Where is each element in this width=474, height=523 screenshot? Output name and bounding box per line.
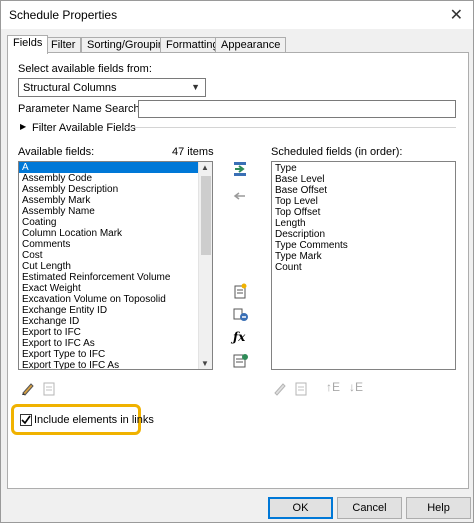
- move-up-icon: ↑E: [326, 380, 341, 394]
- scheduled-field-item[interactable]: Base Level: [272, 174, 455, 185]
- available-field-item[interactable]: Export to IFC: [19, 327, 212, 338]
- combine-parameters-icon[interactable]: [233, 307, 249, 323]
- available-field-item[interactable]: Comments: [19, 239, 212, 250]
- scheduled-field-item[interactable]: Type Comments: [272, 240, 455, 251]
- select-from-value: Structural Columns: [23, 82, 117, 94]
- filter-available-fields-toggle[interactable]: Filter Available Fields: [32, 122, 136, 134]
- filter-divider: [123, 127, 456, 128]
- calculated-value-icon[interactable]: ƒx: [233, 330, 245, 344]
- close-icon[interactable]: ✕: [450, 5, 463, 25]
- scheduled-field-item[interactable]: Length: [272, 218, 455, 229]
- scheduled-field-item[interactable]: Type: [272, 163, 455, 174]
- add-parameter-icon[interactable]: [233, 161, 247, 177]
- scroll-up-icon[interactable]: ▲: [201, 163, 209, 172]
- available-field-item[interactable]: Coating: [19, 217, 212, 228]
- window-title: Schedule Properties: [9, 8, 118, 22]
- available-fields-count: 47 items: [172, 146, 214, 158]
- scheduled-fields-items: Type Base Level Base Offset Top Level Top Of…: [272, 162, 455, 273]
- scheduled-fields-label: Scheduled fields (in order):: [271, 146, 403, 158]
- chevron-down-icon: ▼: [191, 82, 200, 92]
- pencil-icon[interactable]: [20, 380, 36, 396]
- tab-filter[interactable]: Filter: [45, 37, 82, 53]
- scheduled-field-item[interactable]: Base Offset: [272, 185, 455, 196]
- scheduled-field-item[interactable]: Count: [272, 262, 455, 273]
- available-field-item[interactable]: Assembly Code: [19, 173, 212, 184]
- include-links-checkbox[interactable]: [20, 414, 32, 426]
- available-field-item[interactable]: Assembly Description: [19, 184, 212, 195]
- scheduled-field-item[interactable]: Type Mark: [272, 251, 455, 262]
- title-bar: Schedule Properties ✕: [1, 1, 473, 29]
- expand-arrow-icon[interactable]: ▶: [20, 122, 26, 131]
- available-field-item[interactable]: Exchange ID: [19, 316, 212, 327]
- cancel-button[interactable]: Cancel: [337, 497, 402, 519]
- available-field-item[interactable]: Cut Length: [19, 261, 212, 272]
- schedule-properties-dialog: Schedule Properties ✕ Fields Filter Sort…: [0, 0, 474, 523]
- tab-appearance[interactable]: Appearance: [215, 37, 287, 53]
- parameter-search-input[interactable]: [138, 100, 456, 118]
- available-fields-list[interactable]: A Assembly Code Assembly Description Assemb…: [18, 161, 213, 370]
- new-parameter-disabled-icon: [43, 382, 55, 396]
- remove-parameter-icon[interactable]: [233, 191, 247, 201]
- scroll-down-icon[interactable]: ▼: [201, 359, 209, 368]
- available-field-item[interactable]: A: [19, 162, 212, 173]
- available-fields-items: A Assembly Code Assembly Description Assemb…: [19, 162, 212, 369]
- available-field-item[interactable]: Export to IFC As: [19, 338, 212, 349]
- scheduled-field-item[interactable]: Description: [272, 229, 455, 240]
- available-fields-scrollbar[interactable]: ▲ ▼: [198, 162, 212, 369]
- scrollbar-thumb[interactable]: [201, 176, 211, 255]
- scheduled-fields-list[interactable]: Type Base Level Base Offset Top Level Top Of…: [271, 161, 456, 370]
- new-parameter-icon[interactable]: [233, 283, 247, 299]
- scheduled-field-item[interactable]: Top Offset: [272, 207, 455, 218]
- available-fields-label: Available fields:: [18, 146, 95, 158]
- include-links-label[interactable]: Include elements in links: [34, 414, 154, 426]
- available-field-item[interactable]: Export Type to IFC As: [19, 360, 212, 369]
- edit-pencil-disabled-icon: [274, 383, 286, 396]
- available-field-item[interactable]: Exchange Entity ID: [19, 305, 212, 316]
- delete-parameter-disabled-icon: [295, 382, 307, 396]
- available-field-item[interactable]: Column Location Mark: [19, 228, 212, 239]
- edit-parameter-icon[interactable]: [233, 353, 249, 369]
- available-field-item[interactable]: Assembly Mark: [19, 195, 212, 206]
- checkmark-icon: [21, 415, 31, 425]
- move-down-icon: ↓E: [349, 380, 364, 394]
- help-button[interactable]: Help: [406, 497, 471, 519]
- select-from-label: Select available fields from:: [18, 63, 152, 75]
- select-from-dropdown[interactable]: Structural Columns ▼: [18, 78, 206, 97]
- scheduled-field-item[interactable]: Top Level: [272, 196, 455, 207]
- available-field-item[interactable]: Export Type to IFC: [19, 349, 212, 360]
- available-field-item[interactable]: Exact Weight: [19, 283, 212, 294]
- available-field-item[interactable]: Assembly Name: [19, 206, 212, 217]
- available-field-item[interactable]: Cost: [19, 250, 212, 261]
- tab-fields[interactable]: Fields: [7, 35, 49, 54]
- available-field-item[interactable]: Estimated Reinforcement Volume: [19, 272, 212, 283]
- available-field-item[interactable]: Excavation Volume on Toposolid: [19, 294, 212, 305]
- ok-button[interactable]: OK: [268, 497, 333, 519]
- parameter-search-label: Parameter Name Search:: [18, 103, 143, 115]
